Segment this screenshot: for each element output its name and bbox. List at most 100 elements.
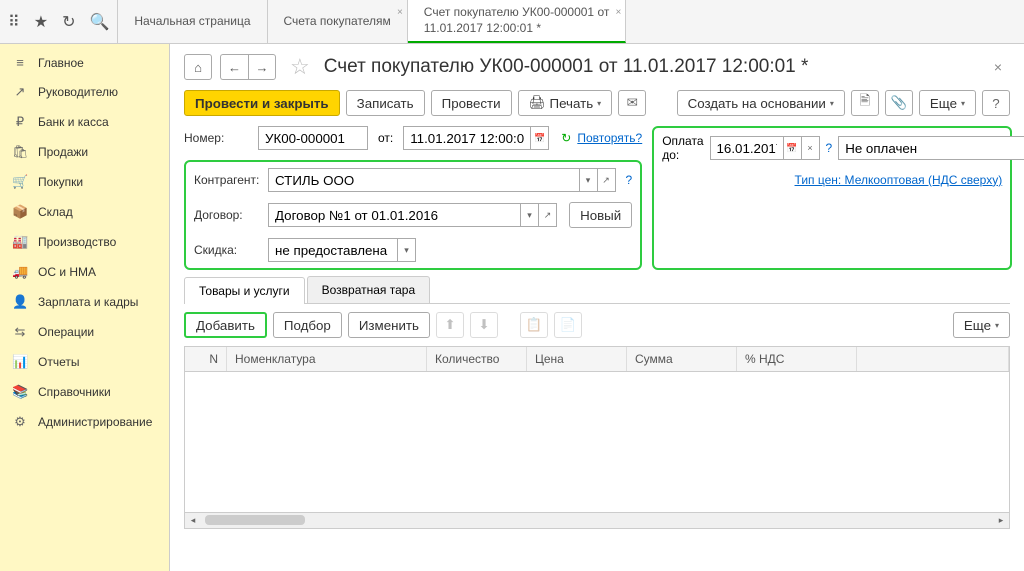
- tab-label: Счета покупателям: [284, 14, 391, 30]
- action-toolbar: Провести и закрыть Записать Провести 🖨Пе…: [184, 90, 1010, 116]
- sidebar-item-admin[interactable]: ⚙Администрирование: [0, 407, 169, 437]
- caret-icon: ▾: [597, 99, 601, 108]
- tab-start-page[interactable]: Начальная страница: [118, 0, 267, 43]
- discount-label: Скидка:: [194, 243, 262, 257]
- pay-status-input[interactable]: [838, 136, 1024, 160]
- post-button[interactable]: Провести: [431, 90, 512, 116]
- sidebar-label: Производство: [38, 235, 116, 249]
- price-type-link[interactable]: Тип цен: Мелкооптовая (НДС сверху): [795, 173, 1003, 187]
- star-icon[interactable]: ★: [34, 12, 48, 32]
- open-ref-icon[interactable]: ↗: [598, 168, 616, 192]
- edit-button[interactable]: Изменить: [348, 312, 430, 338]
- favorite-icon[interactable]: ☆: [290, 54, 310, 80]
- sidebar-item-operations[interactable]: ⇆Операции: [0, 317, 169, 347]
- factory-icon: 🏭: [12, 234, 28, 250]
- more-button[interactable]: Еще▾: [919, 90, 976, 116]
- close-icon[interactable]: ×: [397, 6, 403, 19]
- sub-tabs: Товары и услуги Возвратная тара: [184, 276, 1010, 304]
- date-input-group: 📅: [403, 126, 549, 150]
- scroll-thumb[interactable]: [205, 515, 305, 525]
- close-icon[interactable]: ×: [616, 6, 622, 19]
- create-based-button[interactable]: Создать на основании▾: [677, 90, 845, 116]
- add-row-button[interactable]: Добавить: [184, 312, 267, 338]
- sidebar-item-production[interactable]: 🏭 Производство: [0, 227, 169, 257]
- items-grid: N Номенклатура Количество Цена Сумма % Н…: [184, 346, 1010, 513]
- new-contract-button[interactable]: Новый: [569, 202, 632, 228]
- help-button[interactable]: ?: [982, 90, 1010, 116]
- dropdown-icon[interactable]: ▾: [580, 168, 598, 192]
- move-up-button[interactable]: ⬆: [436, 312, 464, 338]
- move-down-button[interactable]: ⬇: [470, 312, 498, 338]
- chart-up-icon: ↗: [12, 84, 28, 100]
- contract-input[interactable]: [268, 203, 521, 227]
- col-price[interactable]: Цена: [527, 347, 627, 371]
- bag-icon: 🛍: [12, 144, 28, 160]
- col-sum[interactable]: Сумма: [627, 347, 737, 371]
- sidebar-label: Отчеты: [38, 355, 79, 369]
- scroll-left-icon[interactable]: ◂: [185, 513, 201, 527]
- col-n[interactable]: N: [185, 347, 227, 371]
- sidebar-item-salary[interactable]: 👤Зарплата и кадры: [0, 287, 169, 317]
- dropdown-icon[interactable]: ▾: [398, 238, 416, 262]
- pick-button[interactable]: Подбор: [273, 312, 342, 338]
- close-document-button[interactable]: ×: [986, 55, 1010, 79]
- date-input[interactable]: [403, 126, 531, 150]
- dropdown-icon[interactable]: ▾: [521, 203, 539, 227]
- repeat-icon[interactable]: ↻: [561, 131, 571, 145]
- sidebar-item-warehouse[interactable]: 📦Склад: [0, 197, 169, 227]
- back-button[interactable]: ←: [220, 54, 248, 80]
- print-label: Печать: [550, 96, 594, 111]
- history-icon[interactable]: ↻: [62, 12, 75, 32]
- col-nomenclature[interactable]: Номенклатура: [227, 347, 427, 371]
- tabs-bar: Начальная страница Счета покупателям × С…: [118, 0, 626, 43]
- related-button[interactable]: 🖹: [851, 90, 879, 116]
- sidebar-label: Администрирование: [38, 415, 152, 429]
- tab-tare[interactable]: Возвратная тара: [307, 276, 431, 303]
- sidebar-item-purchases[interactable]: 🛒Покупки: [0, 167, 169, 197]
- tab-goods[interactable]: Товары и услуги: [184, 277, 305, 304]
- number-input[interactable]: [258, 126, 368, 150]
- sidebar-item-sales[interactable]: 🛍Продажи: [0, 137, 169, 167]
- tab-invoices[interactable]: Счета покупателям ×: [268, 0, 408, 43]
- apps-icon[interactable]: ⠿: [8, 12, 20, 32]
- search-icon[interactable]: 🔍: [89, 12, 109, 32]
- copy-button[interactable]: 📋: [520, 312, 548, 338]
- sidebar: ≡Главное ↗Руководителю ₽Банк и касса 🛍Пр…: [0, 44, 170, 571]
- pay-until-label: Оплата до:: [662, 134, 703, 163]
- discount-row: Скидка: ▾: [194, 238, 632, 262]
- col-quantity[interactable]: Количество: [427, 347, 527, 371]
- calendar-icon[interactable]: 📅: [784, 136, 802, 160]
- col-vat[interactable]: % НДС: [737, 347, 857, 371]
- discount-input[interactable]: [268, 238, 398, 262]
- sidebar-item-refs[interactable]: 📚Справочники: [0, 377, 169, 407]
- forward-button[interactable]: →: [248, 54, 276, 80]
- calendar-icon[interactable]: 📅: [531, 126, 549, 150]
- clear-icon[interactable]: ×: [802, 136, 820, 160]
- save-button[interactable]: Записать: [346, 90, 425, 116]
- help-small-icon[interactable]: ?: [626, 173, 633, 187]
- open-ref-icon[interactable]: ↗: [539, 203, 557, 227]
- sidebar-label: ОС и НМА: [38, 265, 96, 279]
- repeat-link[interactable]: Повторять?: [577, 131, 642, 145]
- post-and-close-button[interactable]: Провести и закрыть: [184, 90, 340, 116]
- paste-button[interactable]: 📄: [554, 312, 582, 338]
- grid-body[interactable]: [185, 372, 1009, 512]
- sidebar-item-assets[interactable]: 🚚ОС и НМА: [0, 257, 169, 287]
- help-small-icon[interactable]: ?: [826, 141, 833, 155]
- sidebar-item-manager[interactable]: ↗Руководителю: [0, 77, 169, 107]
- scroll-right-icon[interactable]: ▸: [993, 513, 1009, 527]
- pay-date-input[interactable]: [710, 136, 784, 160]
- more-table-button[interactable]: Еще▾: [953, 312, 1010, 338]
- sidebar-label: Склад: [38, 205, 73, 219]
- attach-button[interactable]: 📎: [885, 90, 913, 116]
- sidebar-item-main[interactable]: ≡Главное: [0, 48, 169, 77]
- sidebar-item-bank[interactable]: ₽Банк и касса: [0, 107, 169, 137]
- horizontal-scrollbar[interactable]: ◂ ▸: [184, 513, 1010, 529]
- sidebar-item-reports[interactable]: 📊Отчеты: [0, 347, 169, 377]
- email-button[interactable]: ✉: [618, 90, 646, 116]
- caret-icon: ▾: [995, 321, 999, 330]
- tab-invoice-current[interactable]: Счет покупателю УК00-000001 от 11.01.201…: [408, 0, 627, 43]
- print-button[interactable]: 🖨Печать▾: [518, 90, 613, 116]
- contragent-input[interactable]: [268, 168, 580, 192]
- home-button[interactable]: ⌂: [184, 54, 212, 80]
